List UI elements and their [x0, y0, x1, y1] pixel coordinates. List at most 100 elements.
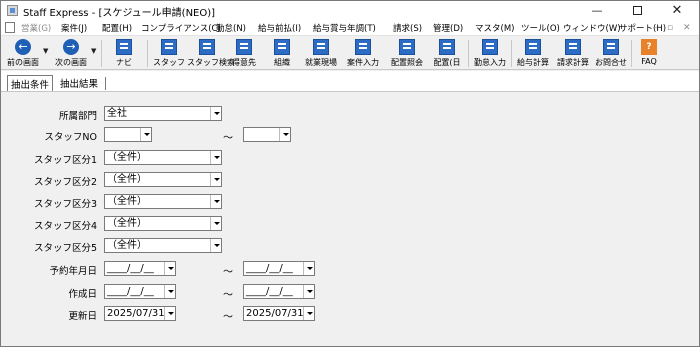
- reserve-date-to-value: ____/__/__: [246, 263, 293, 274]
- billing-calc-icon: [565, 39, 581, 55]
- created-date-from-picker[interactable]: ____/__/__: [104, 284, 176, 299]
- menu-window[interactable]: ウィンドウ(W): [563, 22, 621, 34]
- range-separator: ～: [223, 290, 233, 301]
- close-button[interactable]: ✕: [657, 1, 697, 20]
- staff-button[interactable]: スタッフ: [151, 37, 187, 70]
- staff-no-from-select[interactable]: [104, 127, 152, 142]
- dept-value: 全社: [107, 108, 127, 119]
- org-button[interactable]: 組織: [265, 37, 299, 70]
- updated-date-to-value: 2025/07/31: [246, 308, 304, 319]
- toolbar-separator: [511, 40, 512, 67]
- prev-dropdown-icon[interactable]: ▼: [43, 47, 48, 55]
- tab-results[interactable]: 抽出結果: [57, 75, 101, 91]
- menu-sales[interactable]: 営業(G): [21, 22, 51, 34]
- next-dropdown-icon[interactable]: ▼: [91, 47, 96, 55]
- menu-payroll[interactable]: 給与賞与年調(T): [313, 22, 376, 34]
- title-bar: Staff Express - [スケジュール申請(NEO)] — ✕: [1, 1, 699, 20]
- menu-compliance[interactable]: コンプライアンス(C): [141, 22, 221, 34]
- staff-no-to-select[interactable]: [243, 127, 291, 142]
- reserve-date-to-picker[interactable]: ____/__/__: [243, 261, 315, 276]
- reserve-date-from-picker[interactable]: ____/__/__: [104, 261, 176, 276]
- staff-category5-label: スタッフ区分5: [33, 243, 97, 254]
- maximize-button[interactable]: [617, 1, 657, 20]
- range-separator: ～: [223, 267, 233, 278]
- contact-button[interactable]: お問合せ: [593, 37, 629, 70]
- updated-date-to-picker[interactable]: 2025/07/31: [243, 306, 315, 321]
- minimize-button[interactable]: —: [577, 1, 617, 20]
- range-separator: ～: [223, 133, 233, 144]
- toolbar-separator: [147, 40, 148, 67]
- mdi-close-button[interactable]: ✕: [683, 23, 691, 33]
- menu-bar: 営業(G) 案件(J) 配置(H) コンプライアンス(C) 勤怠(N) 給与前払…: [1, 20, 699, 36]
- staff-category1-label: スタッフ区分1: [33, 155, 97, 166]
- staff-category3-label: スタッフ区分3: [33, 199, 97, 210]
- navi-icon: [116, 39, 132, 55]
- document-icon[interactable]: [5, 22, 15, 33]
- chevron-down-icon: [210, 173, 221, 186]
- menu-admin[interactable]: 管理(D): [433, 22, 463, 34]
- payroll-calc-button[interactable]: 給与計算: [513, 37, 553, 70]
- staff-icon: [161, 39, 177, 55]
- menu-advance-pay[interactable]: 給与前払(I): [258, 22, 301, 34]
- chevron-down-icon: [210, 151, 221, 164]
- toolbar-separator: [101, 40, 102, 67]
- toolbar-separator: [631, 40, 632, 67]
- chevron-down-icon: [164, 262, 175, 275]
- menu-master[interactable]: マスタ(M): [475, 22, 514, 34]
- case-input-label: 案件入力: [347, 58, 379, 67]
- updated-date-label: 更新日: [68, 311, 97, 322]
- chevron-down-icon: [210, 195, 221, 208]
- dept-select[interactable]: 全社: [104, 106, 222, 121]
- next-screen-button[interactable]: → 次の画面: [51, 37, 91, 70]
- staff-no-label: スタッフNO: [44, 132, 97, 143]
- faq-button[interactable]: ? FAQ: [635, 37, 663, 70]
- menu-billing[interactable]: 請求(S): [393, 22, 422, 34]
- workplace-label: 就業現場: [305, 58, 337, 67]
- menu-assign[interactable]: 配置(H): [102, 22, 132, 34]
- staff-category5-select[interactable]: （全件）: [104, 238, 222, 253]
- payroll-calc-label: 給与計算: [517, 58, 549, 67]
- attendance-input-label: 勤怠入力: [474, 58, 506, 67]
- prev-screen-button[interactable]: ← 前の画面: [3, 37, 43, 70]
- reserve-date-from-value: ____/__/__: [107, 263, 154, 274]
- workplace-button[interactable]: 就業現場: [301, 37, 341, 70]
- contact-label: お問合せ: [595, 58, 627, 67]
- created-date-to-picker[interactable]: ____/__/__: [243, 284, 315, 299]
- tab-conditions[interactable]: 抽出条件: [7, 75, 54, 91]
- staff-category4-label: スタッフ区分4: [33, 221, 97, 232]
- staff-category2-select[interactable]: （全件）: [104, 172, 222, 187]
- created-date-label: 作成日: [68, 289, 97, 300]
- arrow-left-icon: ←: [15, 39, 31, 55]
- attendance-input-button[interactable]: 勤怠入力: [471, 37, 509, 70]
- dept-label: 所属部門: [58, 111, 97, 122]
- staff-category4-select[interactable]: （全件）: [104, 216, 222, 231]
- assign-inquiry-button[interactable]: 配置照会: [387, 37, 427, 70]
- staff-search-button[interactable]: スタッフ検索: [187, 37, 235, 70]
- case-input-button[interactable]: 案件入力: [343, 37, 383, 70]
- app-window: Staff Express - [スケジュール申請(NEO)] — ✕ 営業(G…: [0, 0, 700, 347]
- staff-category1-select[interactable]: （全件）: [104, 150, 222, 165]
- updated-date-from-picker[interactable]: 2025/07/31: [104, 306, 176, 321]
- menu-case[interactable]: 案件(J): [61, 22, 87, 34]
- menu-tools[interactable]: ツール(O): [521, 22, 560, 34]
- billing-calc-button[interactable]: 請求計算: [553, 37, 593, 70]
- navi-button[interactable]: ナビ: [107, 37, 141, 70]
- client-button[interactable]: 得意先: [227, 37, 261, 70]
- faq-label: FAQ: [641, 57, 657, 66]
- assign-day-icon: [439, 39, 455, 55]
- mdi-restore-button[interactable]: ▫: [667, 23, 673, 33]
- menu-attendance[interactable]: 勤怠(N): [216, 22, 246, 34]
- tab-separator: [105, 77, 106, 90]
- arrow-right-icon: →: [63, 39, 79, 55]
- mdi-minimize-button[interactable]: –: [653, 23, 658, 33]
- staff-label: スタッフ: [153, 58, 185, 67]
- staff-category3-select[interactable]: （全件）: [104, 194, 222, 209]
- staff-category4-value: （全件）: [107, 218, 147, 229]
- chevron-down-icon: [210, 217, 221, 230]
- org-icon: [274, 39, 290, 55]
- attendance-input-icon: [482, 39, 498, 55]
- assign-day-button[interactable]: 配置(日: [429, 37, 465, 70]
- menu-support[interactable]: サポート(H): [619, 22, 666, 34]
- prev-screen-label: 前の画面: [7, 58, 39, 67]
- staff-category1-value: （全件）: [107, 152, 147, 163]
